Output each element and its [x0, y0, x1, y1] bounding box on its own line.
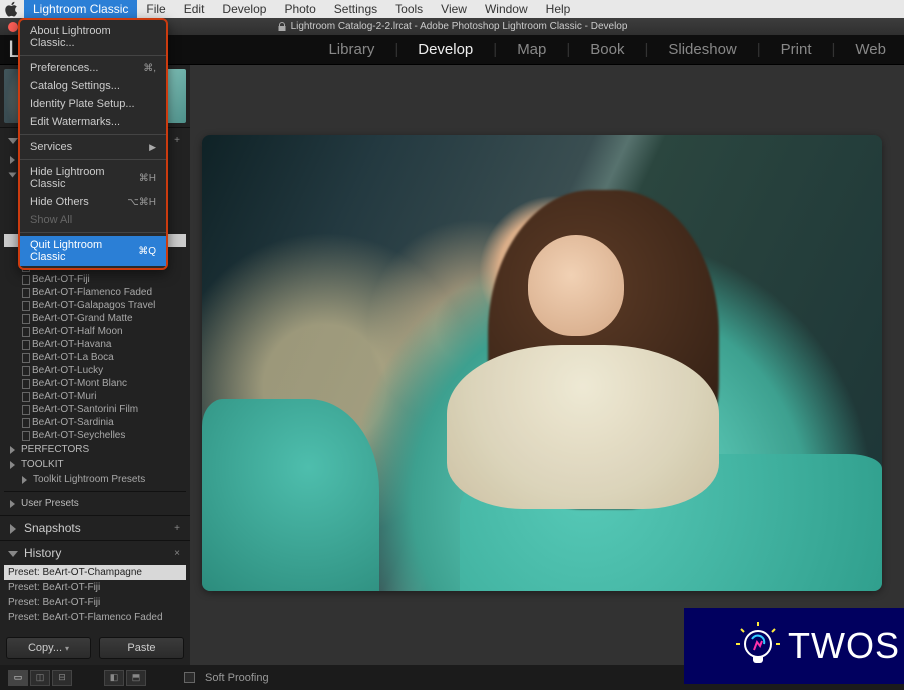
menu-photo[interactable]: Photo [275, 0, 324, 18]
main-canvas[interactable] [190, 65, 904, 665]
view-split-group: ◧ ⬒ [104, 670, 146, 686]
menu-help[interactable]: Help [537, 0, 580, 18]
photo-content [202, 399, 379, 591]
watermark-text: TWOS [788, 625, 900, 667]
loupe-view-button[interactable]: ▭ [8, 670, 28, 686]
watermark-overlay: TWOS [684, 608, 904, 684]
menu-catalog-settings[interactable]: Catalog Settings... [20, 77, 166, 95]
menu-hide-lightroom[interactable]: Hide Lightroom Classic⌘H [20, 163, 166, 193]
view-mode-group: ▭ ◫ ⊟ [8, 670, 72, 686]
preset-item[interactable]: BeArt-OT-Seychelles [4, 429, 186, 442]
app-menu-dropdown: About Lightroom Classic... Preferences..… [18, 18, 168, 270]
preset-item[interactable]: BeArt-OT-Fiji [4, 273, 186, 286]
history-item[interactable]: Preset: BeArt-OT-Flamenco Faded [4, 610, 186, 625]
menu-identity-plate[interactable]: Identity Plate Setup... [20, 95, 166, 113]
photo-content [528, 235, 623, 335]
chevron-right-icon [10, 156, 15, 164]
chevron-right-icon [10, 446, 15, 454]
history-item[interactable]: Preset: BeArt-OT-Fiji [4, 595, 186, 610]
preset-item[interactable]: BeArt-OT-Grand Matte [4, 312, 186, 325]
preset-group-perfectors[interactable]: PERFECTORS [4, 442, 186, 457]
menu-edit-watermarks[interactable]: Edit Watermarks... [20, 113, 166, 131]
disclosure-triangle-icon [8, 138, 18, 144]
chevron-right-icon [10, 461, 15, 469]
menu-edit[interactable]: Edit [175, 0, 214, 18]
menu-hide-others[interactable]: Hide Others⌥⌘H [20, 193, 166, 211]
menu-separator [20, 159, 166, 160]
preset-item[interactable]: BeArt-OT-Santorini Film [4, 403, 186, 416]
menu-services[interactable]: Services▶ [20, 138, 166, 156]
history-list: Preset: BeArt-OT-Champagne Preset: BeArt… [0, 565, 190, 631]
module-develop[interactable]: Develop [418, 41, 473, 58]
soft-proofing-checkbox[interactable] [184, 672, 195, 683]
disclosure-triangle-icon [8, 551, 18, 557]
preset-item[interactable]: BeArt-OT-Muri [4, 390, 186, 403]
history-item[interactable]: Preset: BeArt-OT-Fiji [4, 580, 186, 595]
chevron-right-icon [10, 500, 15, 508]
menu-show-all: Show All [20, 211, 166, 229]
menu-lightroom-classic[interactable]: Lightroom Classic [24, 0, 137, 18]
panel-controls[interactable]: × [174, 548, 182, 559]
preset-item[interactable]: BeArt-OT-Lucky [4, 364, 186, 377]
preset-item[interactable]: BeArt-OT-Galapagos Travel [4, 299, 186, 312]
copy-button[interactable]: Copy...▾ [6, 637, 91, 659]
menu-file[interactable]: File [137, 0, 174, 18]
lock-icon [277, 22, 287, 32]
reference-view-tb-button[interactable]: ⬒ [126, 670, 146, 686]
history-header[interactable]: History × [0, 541, 190, 565]
divider [4, 491, 186, 492]
mac-menubar: Lightroom Classic File Edit Develop Phot… [0, 0, 904, 18]
snapshots-header[interactable]: Snapshots + [0, 516, 190, 540]
lightbulb-icon [734, 622, 782, 670]
preset-item[interactable]: BeArt-OT-La Boca [4, 351, 186, 364]
disclosure-triangle-icon [10, 524, 16, 534]
photo-preview[interactable] [202, 135, 882, 591]
preset-group-toolkit[interactable]: TOOLKIT [4, 457, 186, 472]
panel-controls[interactable]: + [174, 523, 182, 534]
module-map[interactable]: Map [517, 41, 546, 58]
menu-tools[interactable]: Tools [386, 0, 432, 18]
preset-item[interactable]: BeArt-OT-Half Moon [4, 325, 186, 338]
module-web[interactable]: Web [855, 41, 886, 58]
module-library[interactable]: Library [328, 41, 374, 58]
menu-window[interactable]: Window [476, 0, 537, 18]
before-after-lr-button[interactable]: ◫ [30, 670, 50, 686]
snapshots-panel: Snapshots + [0, 515, 190, 540]
window-title-text: Lightroom Catalog-2-2.lrcat - Adobe Phot… [291, 21, 628, 32]
history-panel: History × Preset: BeArt-OT-Champagne Pre… [0, 540, 190, 631]
module-slideshow[interactable]: Slideshow [668, 41, 736, 58]
preset-item[interactable]: BeArt-OT-Mont Blanc [4, 377, 186, 390]
preset-group-toolkit-lr[interactable]: Toolkit Lightroom Presets [4, 472, 186, 487]
photo-content [447, 345, 719, 509]
before-after-tb-button[interactable]: ⊟ [52, 670, 72, 686]
history-item-selected[interactable]: Preset: BeArt-OT-Champagne [4, 565, 186, 580]
menu-separator [20, 134, 166, 135]
preset-item[interactable]: BeArt-OT-Sardinia [4, 416, 186, 429]
panel-bottom-buttons: Copy...▾ Paste [0, 631, 190, 665]
menu-about[interactable]: About Lightroom Classic... [20, 22, 166, 52]
module-book[interactable]: Book [590, 41, 624, 58]
chevron-down-icon [9, 172, 17, 177]
menu-develop[interactable]: Develop [213, 0, 275, 18]
menu-separator [20, 55, 166, 56]
close-window-button[interactable] [8, 22, 18, 32]
submenu-arrow-icon: ▶ [149, 142, 156, 153]
chevron-right-icon [22, 476, 27, 484]
menu-separator [20, 232, 166, 233]
menu-preferences[interactable]: Preferences...⌘, [20, 59, 166, 77]
menu-view[interactable]: View [432, 0, 476, 18]
preset-item[interactable]: BeArt-OT-Havana [4, 338, 186, 351]
paste-button[interactable]: Paste [99, 637, 184, 659]
menu-settings[interactable]: Settings [325, 0, 386, 18]
soft-proofing-label: Soft Proofing [205, 672, 269, 684]
module-print[interactable]: Print [781, 41, 812, 58]
preset-item[interactable]: BeArt-OT-Flamenco Faded [4, 286, 186, 299]
apple-icon[interactable] [4, 1, 20, 17]
chevron-down-icon: ▾ [65, 644, 69, 653]
preset-group-user[interactable]: User Presets [4, 496, 186, 511]
menu-quit[interactable]: Quit Lightroom Classic⌘Q [20, 236, 166, 266]
reference-view-button[interactable]: ◧ [104, 670, 124, 686]
